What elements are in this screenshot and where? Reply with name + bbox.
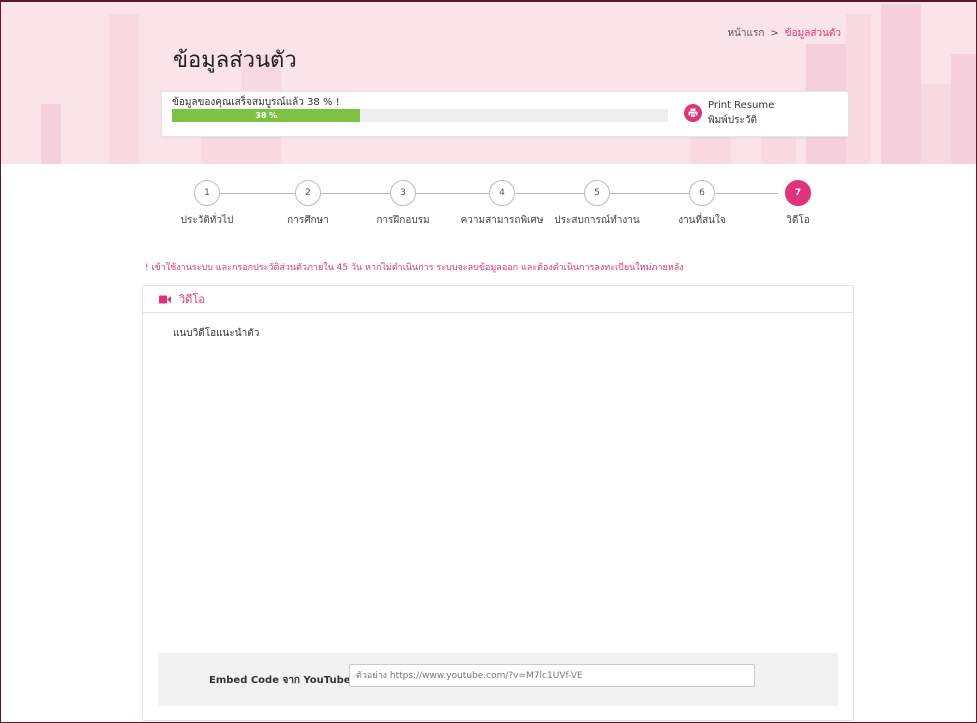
- step-6-label: งานที่สนใจ: [678, 215, 726, 226]
- step-7-label: วิดีโอ: [786, 215, 810, 226]
- step-2-number: 2: [295, 180, 321, 206]
- step-4-label: ความสามารถพิเศษ: [460, 215, 544, 226]
- warning-notice: ! เข้าใช้งานระบบ และกรอกประวัติส่วนตัวภา…: [145, 263, 684, 273]
- breadcrumb: หน้าแรก > ข้อมูลส่วนตัว: [727, 26, 841, 41]
- print-resume-button[interactable]: Print Resume พิมพ์ประวัติ: [684, 98, 774, 128]
- step-6-number: 6: [689, 180, 715, 206]
- breadcrumb-separator: >: [770, 28, 779, 39]
- step-progress-nav: 1 ประวัติทั่วไป 2 การศึกษา 3 การฝึกอบรม …: [163, 180, 823, 240]
- step-5[interactable]: 5 ประสบการณ์ทำงาน: [547, 180, 647, 228]
- page-frame: หน้าแรก > ข้อมูลส่วนตัว ข้อมูลส่วนตัว ข้อม…: [0, 0, 977, 723]
- step-3[interactable]: 3 การฝึกอบรม: [353, 180, 453, 228]
- step-3-number: 3: [390, 180, 416, 206]
- step-6[interactable]: 6 งานที่สนใจ: [652, 180, 752, 228]
- video-panel-subtitle: แนบวิดีโอแนะนำตัว: [173, 328, 260, 339]
- progress-bar: 38 %: [172, 109, 668, 122]
- profile-progress-card: ข้อมูลของคุณเสร็จสมบูรณ์แล้ว 38 % ! 38 %…: [161, 91, 849, 137]
- breadcrumb-home-link[interactable]: หน้าแรก: [727, 28, 764, 39]
- video-panel-title: วิดีโอ: [179, 293, 205, 306]
- step-7-number: 7: [785, 180, 811, 206]
- breadcrumb-current: ข้อมูลส่วนตัว: [784, 28, 841, 39]
- step-4-number: 4: [489, 180, 515, 206]
- progress-bar-fill: 38 %: [172, 109, 361, 122]
- page-title: ข้อมูลส่วนตัว: [173, 48, 297, 73]
- step-1-number: 1: [194, 180, 220, 206]
- print-resume-label: Print Resume พิมพ์ประวัติ: [708, 98, 774, 128]
- step-7[interactable]: 7 วิดีโอ: [748, 180, 848, 228]
- video-panel: วิดีโอ แนบวิดีโอแนะนำตัว Embed Code จาก …: [142, 285, 854, 721]
- embed-code-section: Embed Code จาก YouTube: [158, 653, 838, 706]
- step-3-label: การฝึกอบรม: [376, 215, 430, 226]
- printer-icon: [684, 104, 702, 122]
- embed-code-label: Embed Code จาก YouTube: [209, 675, 351, 686]
- print-resume-label-en: Print Resume: [708, 100, 775, 111]
- step-5-number: 5: [584, 180, 610, 206]
- step-2[interactable]: 2 การศึกษา: [258, 180, 358, 228]
- step-5-label: ประสบการณ์ทำงาน: [554, 215, 640, 226]
- step-4[interactable]: 4 ความสามารถพิเศษ: [452, 180, 552, 228]
- step-1[interactable]: 1 ประวัติทั่วไป: [157, 180, 257, 228]
- progress-text: ข้อมูลของคุณเสร็จสมบูรณ์แล้ว 38 % !: [172, 97, 340, 108]
- video-panel-header: วิดีโอ: [143, 286, 853, 313]
- youtube-embed-input[interactable]: [349, 664, 755, 687]
- video-camera-icon: [159, 295, 171, 304]
- step-2-label: การศึกษา: [287, 215, 329, 226]
- print-resume-label-th: พิมพ์ประวัติ: [708, 115, 757, 126]
- step-1-label: ประวัติทั่วไป: [180, 215, 234, 226]
